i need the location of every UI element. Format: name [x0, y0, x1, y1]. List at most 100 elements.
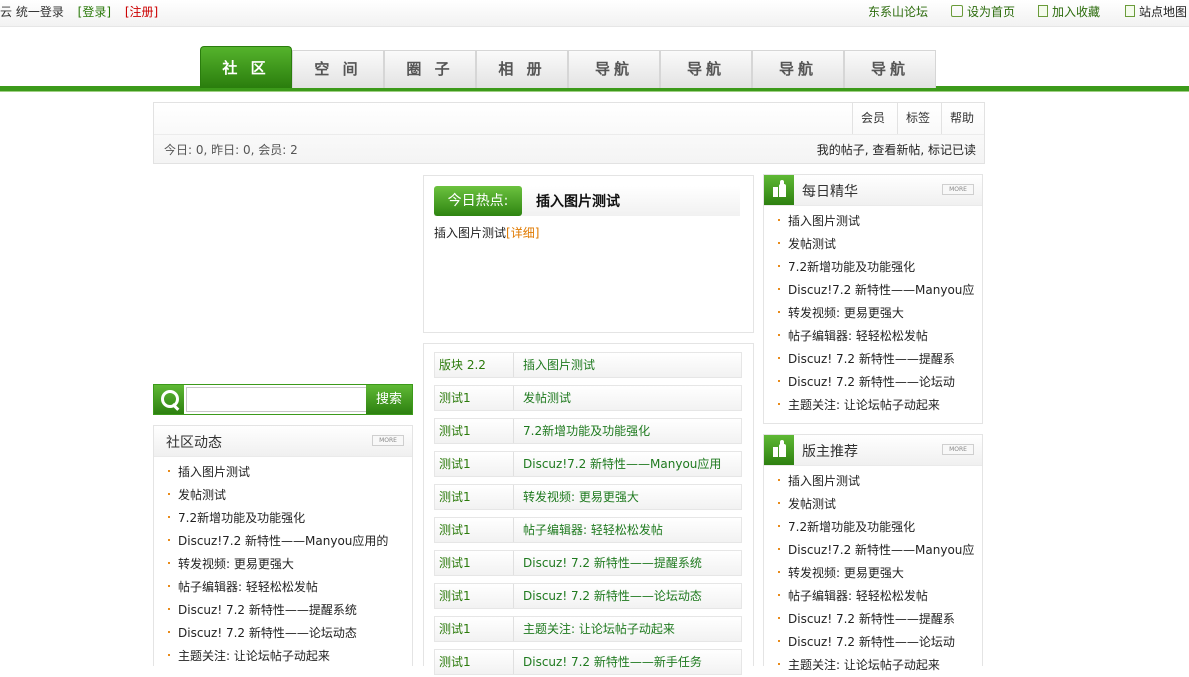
thread-category[interactable]: 测试1 — [439, 518, 517, 542]
sitemap-link[interactable]: 站点地图 — [1125, 3, 1187, 20]
hot-detail-link[interactable]: [详细] — [506, 226, 539, 240]
mod-item[interactable]: 转发视频: 更易更强大 — [764, 562, 982, 585]
thumbs-up-icon — [764, 175, 794, 205]
mod-item[interactable]: 7.2新增功能及功能强化 — [764, 516, 982, 539]
sitemap-label: 站点地图 — [1139, 5, 1188, 19]
thread-title[interactable]: 插入图片测试 — [523, 353, 733, 377]
nav-tab[interactable]: 空 间 — [292, 50, 384, 88]
thread-row[interactable]: 测试1 发帖测试 — [434, 385, 742, 411]
community-item[interactable]: 插入图片测试 — [154, 461, 412, 484]
community-header: 社区动态 MORE — [154, 426, 412, 457]
search-button[interactable]: 搜索 — [366, 385, 412, 414]
mod-item[interactable]: 插入图片测试 — [764, 470, 982, 493]
thread-category[interactable]: 测试1 — [439, 650, 517, 674]
nav-tab[interactable]: 导航 — [844, 50, 936, 88]
thread-row[interactable]: 版块 2.2 插入图片测试 — [434, 352, 742, 378]
bullet-icon — [778, 571, 780, 573]
mod-item[interactable]: Discuz! 7.2 新特性——论坛动 — [764, 631, 982, 654]
register-link[interactable]: [注册] — [125, 5, 158, 19]
add-favorite-link[interactable]: 加入收藏 — [1038, 3, 1100, 20]
thread-title[interactable]: Discuz! 7.2 新特性——论坛动态 — [523, 584, 733, 608]
nav-tab[interactable]: 导航 — [568, 50, 660, 88]
thread-category[interactable]: 测试1 — [439, 386, 517, 410]
community-item[interactable]: 7.2新增功能及功能强化 — [154, 507, 412, 530]
hot-description: 插入图片测试[详细] — [434, 224, 539, 241]
thread-row[interactable]: 测试1 Discuz! 7.2 新特性——论坛动态 — [434, 583, 742, 609]
daily-item[interactable]: 转发视频: 更易更强大 — [764, 302, 982, 325]
set-home-link[interactable]: 设为首页 — [951, 3, 1015, 20]
mod-item[interactable]: Discuz!7.2 新特性——Manyou应 — [764, 539, 982, 562]
hot-title-link[interactable]: 插入图片测试 — [536, 191, 620, 211]
thread-row[interactable]: 测试1 转发视频: 更易更强大 — [434, 484, 742, 510]
daily-item[interactable]: 7.2新增功能及功能强化 — [764, 256, 982, 279]
search-input[interactable] — [186, 387, 372, 412]
community-item[interactable]: 发帖测试 — [154, 484, 412, 507]
tags-link[interactable]: 标签 — [897, 103, 938, 134]
community-item-label: 帖子编辑器: 轻轻松松发帖 — [178, 580, 318, 594]
daily-item[interactable]: 帖子编辑器: 轻轻松松发帖 — [764, 325, 982, 348]
login-link[interactable]: [登录] — [78, 5, 111, 19]
nav-tab[interactable]: 圈 子 — [384, 50, 476, 88]
mod-item[interactable]: 发帖测试 — [764, 493, 982, 516]
thumbs-up-icon — [764, 435, 794, 465]
column-divider — [513, 551, 514, 575]
thread-category[interactable]: 版块 2.2 — [439, 353, 517, 377]
thread-category[interactable]: 测试1 — [439, 452, 517, 476]
nav-tab[interactable]: 相 册 — [476, 50, 568, 88]
column-divider — [513, 518, 514, 542]
community-item[interactable]: Discuz!7.2 新特性——Manyou应用的 — [154, 530, 412, 553]
nav-tab[interactable]: 导航 — [752, 50, 844, 88]
nav-tab[interactable]: 社 区 — [200, 46, 292, 88]
set-home-label: 设为首页 — [967, 5, 1016, 19]
thread-row[interactable]: 测试1 Discuz! 7.2 新特性——新手任务 — [434, 649, 742, 675]
mod-item[interactable]: 主题关注: 让论坛帖子动起来 — [764, 654, 982, 677]
thread-title[interactable]: 主题关注: 让论坛帖子动起来 — [523, 617, 733, 641]
site-name-link[interactable]: 东系山论坛 — [868, 3, 928, 20]
bullet-icon — [778, 479, 780, 481]
daily-item[interactable]: 发帖测试 — [764, 233, 982, 256]
thread-title[interactable]: Discuz!7.2 新特性——Manyou应用 — [523, 452, 733, 476]
thread-row[interactable]: 测试1 帖子编辑器: 轻轻松松发帖 — [434, 517, 742, 543]
thread-category[interactable]: 测试1 — [439, 551, 517, 575]
my-posts-links[interactable]: 我的帖子, 查看新帖, 标记已读 — [817, 141, 976, 158]
help-link[interactable]: 帮助 — [941, 103, 982, 134]
thread-title[interactable]: Discuz! 7.2 新特性——新手任务 — [523, 650, 733, 674]
thread-category[interactable]: 测试1 — [439, 617, 517, 641]
daily-more-button[interactable]: MORE — [942, 184, 974, 195]
mod-more-button[interactable]: MORE — [942, 444, 974, 455]
bullet-icon — [168, 539, 170, 541]
thread-row[interactable]: 测试1 7.2新增功能及功能强化 — [434, 418, 742, 444]
bullet-icon — [778, 403, 780, 405]
column-divider — [513, 419, 514, 443]
daily-item[interactable]: Discuz! 7.2 新特性——论坛动 — [764, 371, 982, 394]
community-more-button[interactable]: MORE — [372, 435, 404, 446]
thread-row[interactable]: 测试1 Discuz!7.2 新特性——Manyou应用 — [434, 451, 742, 477]
daily-item[interactable]: Discuz!7.2 新特性——Manyou应 — [764, 279, 982, 302]
community-item[interactable]: Discuz! 7.2 新特性——提醒系统 — [154, 599, 412, 622]
community-item[interactable]: 帖子编辑器: 轻轻松松发帖 — [154, 576, 412, 599]
column-divider — [513, 584, 514, 608]
thread-title[interactable]: 7.2新增功能及功能强化 — [523, 419, 733, 443]
daily-item[interactable]: 主题关注: 让论坛帖子动起来 — [764, 394, 982, 417]
nav-tab[interactable]: 导航 — [660, 50, 752, 88]
thread-category[interactable]: 测试1 — [439, 419, 517, 443]
thread-category[interactable]: 测试1 — [439, 584, 517, 608]
mod-panel: 版主推荐 MORE 插入图片测试 发帖测试 7.2新增功能及功能强化 Discuz!7… — [763, 434, 983, 672]
community-panel: 社区动态 MORE 插入图片测试 发帖测试 7.2新增功能及功能强化 Discuz!7… — [153, 425, 413, 666]
members-link[interactable]: 会员 — [852, 103, 893, 134]
daily-item[interactable]: Discuz! 7.2 新特性——提醒系 — [764, 348, 982, 371]
thread-title[interactable]: 帖子编辑器: 轻轻松松发帖 — [523, 518, 733, 542]
thread-row[interactable]: 测试1 主题关注: 让论坛帖子动起来 — [434, 616, 742, 642]
thread-category[interactable]: 测试1 — [439, 485, 517, 509]
mod-item[interactable]: Discuz! 7.2 新特性——提醒系 — [764, 608, 982, 631]
community-item[interactable]: 转发视频: 更易更强大 — [154, 553, 412, 576]
thread-row[interactable]: 测试1 Discuz! 7.2 新特性——提醒系统 — [434, 550, 742, 576]
mod-item[interactable]: 帖子编辑器: 轻轻松松发帖 — [764, 585, 982, 608]
bullet-icon — [778, 502, 780, 504]
community-item[interactable]: Discuz! 7.2 新特性——论坛动态 — [154, 622, 412, 645]
unified-login-label: 云 统一登录 — [0, 5, 64, 19]
thread-title[interactable]: Discuz! 7.2 新特性——提醒系统 — [523, 551, 733, 575]
thread-title[interactable]: 转发视频: 更易更强大 — [523, 485, 733, 509]
daily-item[interactable]: 插入图片测试 — [764, 210, 982, 233]
thread-title[interactable]: 发帖测试 — [523, 386, 733, 410]
